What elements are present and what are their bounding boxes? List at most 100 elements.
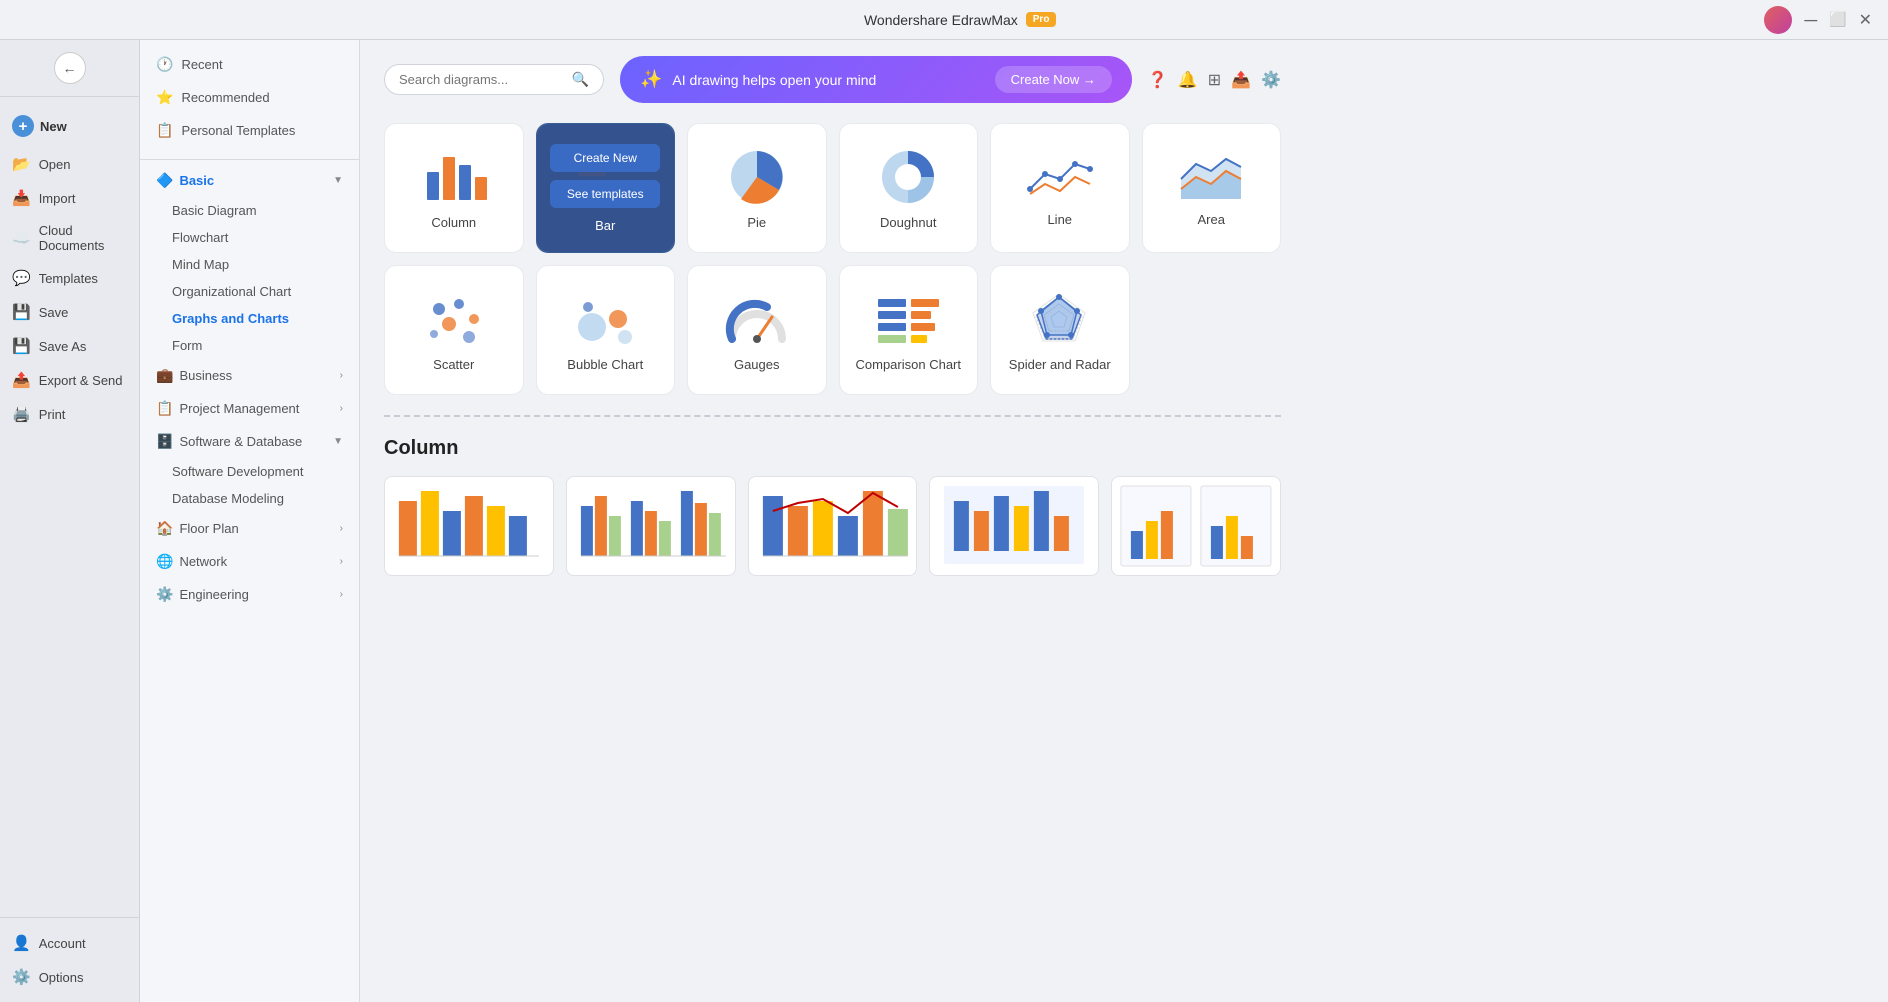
sidebar-item-account[interactable]: 👤 Account xyxy=(0,926,139,960)
category-software[interactable]: 🗄️ Software & Database ▼ xyxy=(140,425,359,458)
category-floor-plan[interactable]: 🏠 Floor Plan › xyxy=(140,512,359,545)
sub-graphs-charts[interactable]: Graphs and Charts xyxy=(140,305,359,332)
import-icon: 📥 xyxy=(12,189,31,207)
template-card-5[interactable] xyxy=(1111,476,1281,576)
chart-card-area[interactable]: Area xyxy=(1142,123,1282,253)
template-card-1[interactable] xyxy=(384,476,554,576)
sub-flowchart[interactable]: Flowchart xyxy=(140,224,359,251)
scatter-label: Scatter xyxy=(433,357,474,372)
personal-icon: 📋 xyxy=(156,122,173,139)
comparison-label: Comparison Chart xyxy=(856,357,962,372)
notification-icon[interactable]: 🔔 xyxy=(1178,70,1198,90)
category-network[interactable]: 🌐 Network › xyxy=(140,545,359,578)
category-basic[interactable]: 🔷 Basic ▼ xyxy=(140,164,359,197)
template-preview-5 xyxy=(1112,481,1280,571)
chart-card-bar[interactable]: Create New See templates Bar xyxy=(536,123,676,253)
line-label: Line xyxy=(1047,212,1072,227)
chart-card-bubble[interactable]: Bubble Chart xyxy=(536,265,676,395)
top-bar: 🔍 ✨ AI drawing helps open your mind Crea… xyxy=(384,56,1281,103)
export-icon: 📤 xyxy=(12,371,31,389)
see-templates-button[interactable]: See templates xyxy=(550,180,660,208)
search-box[interactable]: 🔍 xyxy=(384,64,604,95)
sub-org-chart[interactable]: Organizational Chart xyxy=(140,278,359,305)
cloud-label: Cloud Documents xyxy=(39,223,127,253)
sidebar-item-templates[interactable]: 💬 Templates xyxy=(0,261,139,295)
template-card-3[interactable] xyxy=(748,476,918,576)
save-icon: 💾 xyxy=(12,303,31,321)
sidebar-item-cloud[interactable]: ☁️ Cloud Documents xyxy=(0,215,139,261)
bar-hover-overlay: Create New See templates Bar xyxy=(537,124,675,252)
sidebar-item-save-as[interactable]: 💾 Save As xyxy=(0,329,139,363)
chart-card-comparison[interactable]: Comparison Chart xyxy=(839,265,979,395)
sidebar-item-export[interactable]: 📤 Export & Send xyxy=(0,363,139,397)
sub-mind-map[interactable]: Mind Map xyxy=(140,251,359,278)
close-button[interactable]: ✕ xyxy=(1859,10,1872,30)
template-card-4[interactable] xyxy=(929,476,1099,576)
business-chevron: › xyxy=(340,370,343,381)
share-icon[interactable]: 📤 xyxy=(1231,70,1251,90)
template-preview-4 xyxy=(930,481,1098,571)
network-icon: 🌐 xyxy=(156,553,173,570)
back-button[interactable]: ← xyxy=(54,52,86,84)
ai-banner[interactable]: ✨ AI drawing helps open your mind Create… xyxy=(620,56,1132,103)
basic-children: Basic Diagram Flowchart Mind Map Organiz… xyxy=(140,197,359,359)
floor-plan-label: Floor Plan xyxy=(179,521,238,536)
sidebar-item-options[interactable]: ⚙️ Options xyxy=(0,960,139,994)
maximize-button[interactable]: ⬜ xyxy=(1829,11,1846,28)
sidebar-item-open[interactable]: 📂 Open xyxy=(0,147,139,181)
spider-label: Spider and Radar xyxy=(1009,357,1111,372)
options-icon: ⚙️ xyxy=(12,968,31,986)
template-card-2[interactable] xyxy=(566,476,736,576)
create-new-button[interactable]: Create New xyxy=(550,144,660,172)
comparison-chart-icon xyxy=(873,289,943,349)
engineering-chevron: › xyxy=(340,589,343,600)
chart-card-scatter[interactable]: Scatter xyxy=(384,265,524,395)
save-as-label: Save As xyxy=(39,339,87,354)
sidebar-item-new[interactable]: + New xyxy=(0,105,139,147)
column-label: Column xyxy=(431,215,476,230)
basic-icon: 🔷 xyxy=(156,172,173,189)
export-label: Export & Send xyxy=(39,373,123,388)
sub-software-dev[interactable]: Software Development xyxy=(140,458,359,485)
settings-icon[interactable]: ⚙️ xyxy=(1261,70,1281,90)
sidebar-item-save[interactable]: 💾 Save xyxy=(0,295,139,329)
scatter-chart-icon xyxy=(419,289,489,349)
template-preview-3 xyxy=(749,481,917,571)
left-panel-item-recent[interactable]: 🕐 Recent xyxy=(140,48,359,81)
chart-card-doughnut[interactable]: Doughnut xyxy=(839,123,979,253)
software-chevron: ▼ xyxy=(333,436,343,447)
minimize-button[interactable]: ─ xyxy=(1804,11,1817,29)
sidebar-item-import[interactable]: 📥 Import xyxy=(0,181,139,215)
template-preview-1 xyxy=(385,481,553,571)
gauges-chart-icon xyxy=(722,289,792,349)
save-as-icon: 💾 xyxy=(12,337,31,355)
search-input[interactable] xyxy=(399,72,572,87)
category-business[interactable]: 💼 Business › xyxy=(140,359,359,392)
ai-banner-button[interactable]: Create Now → xyxy=(995,66,1112,93)
chart-card-line[interactable]: Line xyxy=(990,123,1130,253)
software-children: Software Development Database Modeling xyxy=(140,458,359,512)
help-icon[interactable]: ❓ xyxy=(1148,70,1168,90)
content-area: 🔍 ✨ AI drawing helps open your mind Crea… xyxy=(360,40,1305,1002)
category-engineering[interactable]: ⚙️ Engineering › xyxy=(140,578,359,611)
chart-card-gauges[interactable]: Gauges xyxy=(687,265,827,395)
sidebar-item-print[interactable]: 🖨️ Print xyxy=(0,397,139,431)
pro-badge: Pro xyxy=(1026,12,1057,27)
area-chart-icon xyxy=(1176,149,1246,204)
chart-card-spider[interactable]: Spider and Radar xyxy=(990,265,1130,395)
sub-db-modeling[interactable]: Database Modeling xyxy=(140,485,359,512)
app-title: Wondershare EdrawMax xyxy=(864,12,1018,28)
left-panel-item-recommended[interactable]: ⭐ Recommended xyxy=(140,81,359,114)
chart-card-pie[interactable]: Pie xyxy=(687,123,827,253)
grid-icon[interactable]: ⊞ xyxy=(1208,70,1221,90)
network-chevron: › xyxy=(340,556,343,567)
ai-banner-left: ✨ AI drawing helps open your mind xyxy=(640,69,876,90)
sub-form[interactable]: Form xyxy=(140,332,359,359)
category-project[interactable]: 📋 Project Management › xyxy=(140,392,359,425)
network-label: Network xyxy=(179,554,227,569)
avatar xyxy=(1764,6,1792,34)
left-panel-item-personal[interactable]: 📋 Personal Templates xyxy=(140,114,359,147)
chart-card-column[interactable]: Column xyxy=(384,123,524,253)
ai-icon: ✨ xyxy=(640,69,662,90)
sub-basic-diagram[interactable]: Basic Diagram xyxy=(140,197,359,224)
